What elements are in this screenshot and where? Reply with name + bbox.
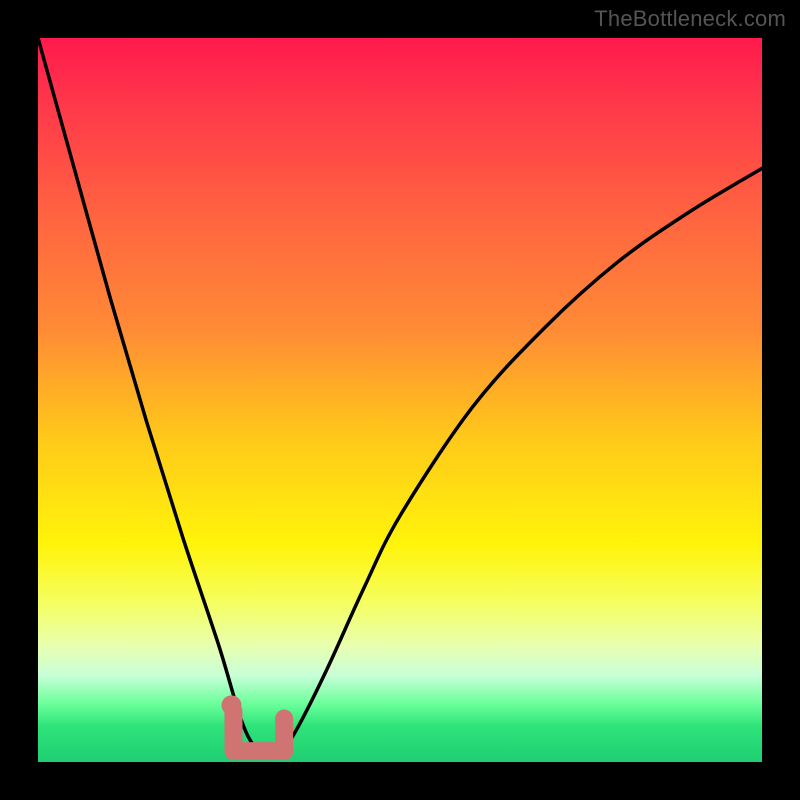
minimum-marker-dot: [221, 695, 241, 715]
bottleneck-curve: [38, 38, 762, 755]
watermark-text: TheBottleneck.com: [594, 6, 786, 32]
chart-frame: TheBottleneck.com: [0, 0, 800, 800]
plot-area: [38, 38, 762, 762]
minimum-marker: [233, 711, 284, 751]
curve-svg: [38, 38, 762, 762]
